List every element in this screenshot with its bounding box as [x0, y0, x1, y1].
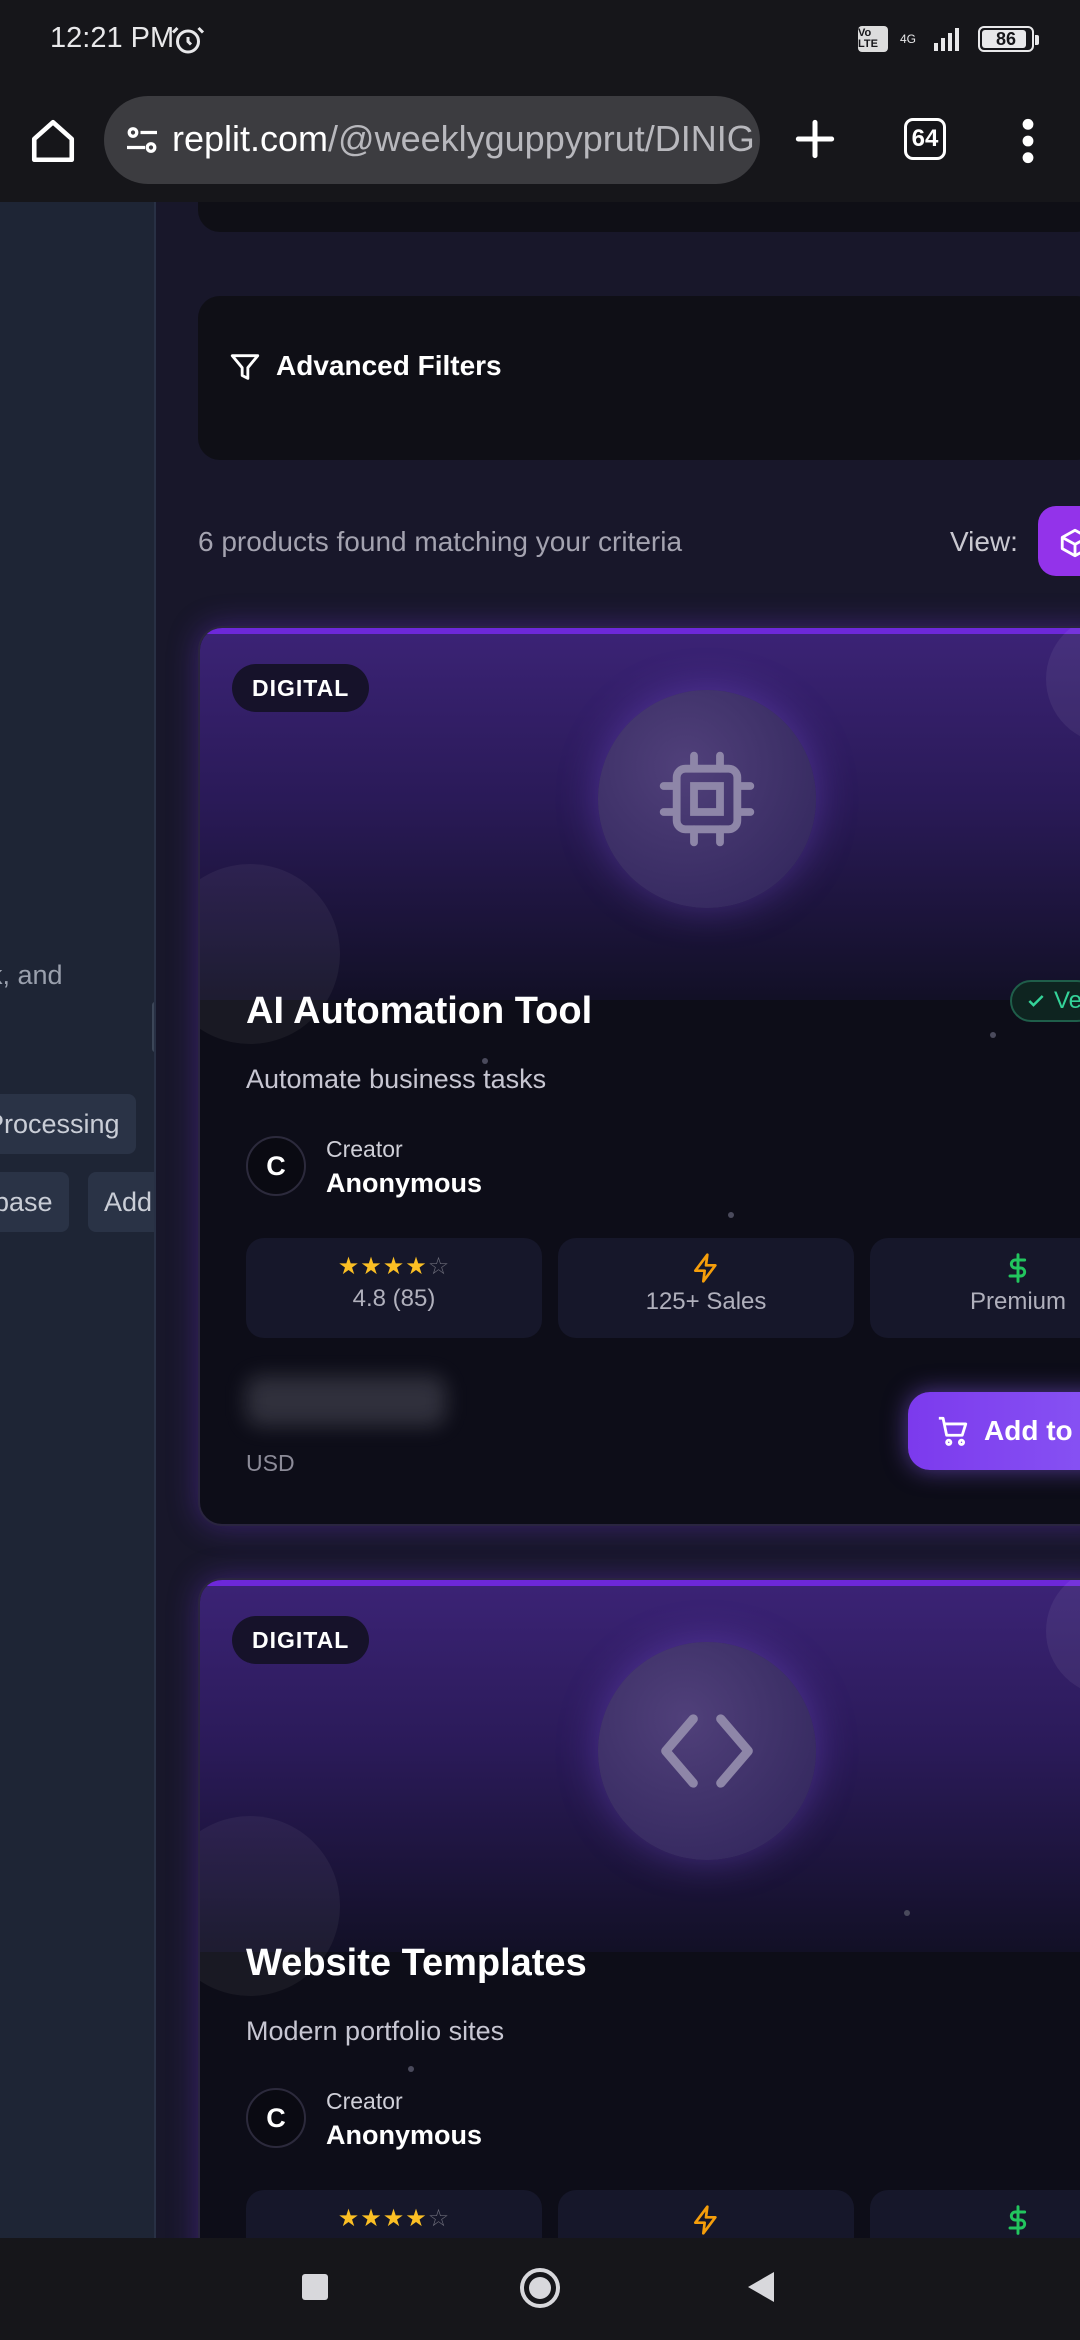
sales-value: 125+ Sales — [645, 1288, 767, 1315]
home-button[interactable] — [520, 2268, 560, 2308]
results-count: 6 products found matching your criteria — [198, 526, 683, 557]
overflow-menu-icon[interactable] — [1008, 116, 1048, 166]
sidebar-description: rk, and — [0, 960, 63, 990]
signal-icon — [934, 28, 959, 51]
resize-handle[interactable] — [152, 1002, 154, 1052]
sales-stat: 125+ Sales — [558, 1238, 854, 1338]
grid-view-button[interactable] — [1038, 506, 1080, 576]
filter-icon — [230, 354, 260, 380]
rating-stat: ★★★★☆ 4.8 (85) — [246, 1238, 542, 1338]
tab-switcher-button[interactable]: 64 — [904, 118, 946, 160]
product-card[interactable]: DIGITAL AI Automation Tool Ve Automate b… — [198, 626, 1080, 1526]
creator-name[interactable]: Anonymous — [326, 2120, 482, 2151]
star-rating: ★★★★☆ — [337, 1253, 451, 1280]
network-type: 4G — [900, 32, 917, 46]
product-hero: DIGITAL — [200, 628, 1080, 1044]
price-value — [246, 1376, 446, 1426]
product-title[interactable]: AI Automation Tool — [246, 990, 592, 1033]
status-bar: 12:21 PM Vo LTE 4G 86 — [0, 0, 1080, 80]
sales-stat — [558, 2190, 854, 2238]
rating-stat: ★★★★☆ — [246, 2190, 542, 2238]
status-time: 12:21 PM — [50, 22, 175, 54]
alarm-icon — [171, 26, 205, 54]
advanced-filters-panel[interactable]: Advanced Filters — [198, 296, 1080, 460]
code-brackets-icon — [661, 1714, 753, 1788]
creator-avatar: C — [246, 1136, 306, 1196]
creator-name[interactable]: Anonymous — [326, 1168, 482, 1199]
site-settings-icon[interactable] — [124, 122, 160, 158]
sidebar-tag-chip[interactable]: base — [0, 1172, 69, 1232]
sidebar-panel: rk, and Processing base Add — [0, 202, 156, 2238]
creator-avatar: C — [246, 2088, 306, 2148]
tier-value: Premium — [969, 1288, 1066, 1315]
lightning-icon — [694, 1253, 717, 1283]
sidebar-tag-chip[interactable]: Processing — [0, 1094, 136, 1154]
recents-button[interactable] — [302, 2274, 328, 2300]
dollar-icon — [1008, 1253, 1027, 1283]
cube-icon — [1060, 528, 1080, 558]
back-button[interactable] — [748, 2272, 774, 2302]
view-label: View: — [950, 526, 1018, 557]
checkmark-icon — [1028, 995, 1044, 1007]
rating-value: 4.8 (85) — [352, 1285, 436, 1312]
tier-stat — [870, 2190, 1080, 2238]
creator-label: Creator — [326, 2088, 403, 2114]
add-to-cart-button[interactable]: Add to C — [908, 1392, 1080, 1470]
page-viewport: rk, and Processing base Add Advanced Fil… — [0, 202, 1080, 2238]
product-icon-circle — [598, 690, 816, 908]
system-nav-bar — [0, 2238, 1080, 2340]
category-badge: DIGITAL — [232, 664, 370, 712]
product-listing: Advanced Filters 6 products found matchi… — [158, 202, 1080, 2238]
product-subtitle: Modern portfolio sites — [246, 2016, 505, 2046]
filters-label: Advanced Filters — [276, 350, 502, 381]
star-rating: ★★★★☆ — [337, 2205, 451, 2232]
product-subtitle: Automate business tasks — [246, 1064, 547, 1094]
price-currency: USD — [246, 1450, 295, 1476]
search-panel — [198, 202, 1080, 232]
cart-icon — [938, 1416, 968, 1446]
volte-badge: Vo LTE — [858, 26, 888, 52]
browser-toolbar: replit.com/@weeklyguppyprut/DINIG 64 — [0, 80, 1080, 202]
category-badge: DIGITAL — [232, 1616, 370, 1664]
product-icon-circle — [598, 1642, 816, 1860]
product-hero: DIGITAL — [200, 1580, 1080, 1996]
lightning-icon — [694, 2205, 717, 2235]
url-text[interactable]: replit.com/@weeklyguppyprut/DINIG — [172, 118, 755, 160]
creator-label: Creator — [326, 1136, 403, 1162]
verified-badge: Ve — [1010, 980, 1080, 1022]
address-bar[interactable]: replit.com/@weeklyguppyprut/DINIG — [104, 96, 760, 184]
tier-stat: Premium — [870, 1238, 1080, 1338]
cpu-chip-icon — [659, 751, 755, 847]
new-tab-icon[interactable] — [790, 114, 840, 164]
product-title[interactable]: Website Templates — [246, 1942, 587, 1985]
sidebar-tag-chip[interactable]: Add — [88, 1172, 154, 1232]
product-card[interactable]: DIGITAL Website Templates Modern portfol… — [198, 1578, 1080, 2238]
home-icon[interactable] — [28, 116, 78, 166]
battery-indicator: 86 — [978, 26, 1039, 52]
dollar-icon — [1008, 2205, 1027, 2235]
